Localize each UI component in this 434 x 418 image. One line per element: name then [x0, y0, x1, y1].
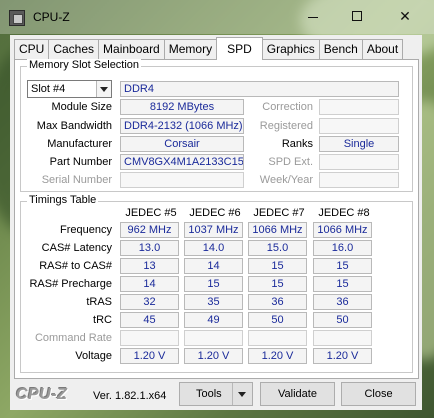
- timings-group-title: Timings Table: [27, 194, 99, 206]
- part-number-label: Part Number: [49, 156, 112, 168]
- timing-cell: 14.0: [184, 240, 243, 256]
- manufacturer-value: Corsair: [120, 136, 244, 152]
- timing-row-label: Voltage: [75, 350, 112, 362]
- timing-col-header: JEDEC #6: [189, 207, 241, 219]
- timing-cell: 50: [248, 312, 307, 328]
- max-bandwidth-label: Max Bandwidth: [36, 120, 112, 132]
- timing-cell: 14: [120, 276, 179, 292]
- timing-cell: 15: [248, 258, 307, 274]
- timing-cell: 1.20 V: [120, 348, 179, 364]
- timing-col-header: JEDEC #7: [253, 207, 305, 219]
- timing-row-label: Command Rate: [34, 332, 112, 344]
- cpuz-window: CPU-Z ✕ CPU Caches Mainboard Memory SPD …: [0, 0, 434, 418]
- timing-cell: 962 MHz: [120, 222, 179, 238]
- slot-select[interactable]: Slot #4: [27, 80, 112, 98]
- tab-strip: CPU Caches Mainboard Memory SPD Graphics…: [14, 37, 404, 60]
- week-year-value: [319, 172, 399, 188]
- correction-value: [319, 99, 399, 115]
- serial-number-label: Serial Number: [41, 174, 112, 186]
- serial-number-value: [120, 172, 244, 188]
- timing-row-label: RAS# to CAS#: [39, 260, 112, 272]
- tab-memory[interactable]: Memory: [163, 39, 218, 60]
- validate-button[interactable]: Validate: [260, 382, 335, 406]
- part-number-value: CMV8GX4M1A2133C15: [120, 154, 244, 170]
- maximize-button[interactable]: [336, 0, 378, 32]
- slot-select-dropdown[interactable]: [96, 81, 111, 97]
- minimize-icon: [308, 16, 318, 18]
- timing-cell: 13: [120, 258, 179, 274]
- timing-cell: 1066 MHz: [313, 222, 372, 238]
- maximize-icon: [352, 11, 362, 21]
- close-button[interactable]: Close: [341, 382, 416, 406]
- timing-cell: 15: [248, 276, 307, 292]
- timing-cell: 36: [313, 294, 372, 310]
- correction-label: Correction: [262, 101, 313, 113]
- tab-about[interactable]: About: [361, 39, 404, 60]
- timing-col-header: JEDEC #8: [318, 207, 370, 219]
- timing-row-label: RAS# Precharge: [29, 278, 112, 290]
- week-year-label: Week/Year: [259, 174, 313, 186]
- timing-row-label: CAS# Latency: [41, 242, 112, 254]
- timing-cell: 49: [184, 312, 243, 328]
- timing-cell: 50: [313, 312, 372, 328]
- timing-row-label: tRAS: [86, 296, 112, 308]
- slot-select-value: Slot #4: [31, 83, 66, 95]
- spd-ext-label: SPD Ext.: [268, 156, 313, 168]
- timing-cell: 14: [184, 258, 243, 274]
- memory-slot-group-title: Memory Slot Selection: [27, 59, 142, 71]
- tab-cpu[interactable]: CPU: [14, 39, 50, 60]
- tools-button-label: Tools: [196, 388, 222, 400]
- tools-split-divider: [232, 383, 233, 405]
- tab-spd[interactable]: SPD: [216, 37, 263, 60]
- chevron-down-icon: [100, 86, 108, 92]
- timing-cell: 1066 MHz: [248, 222, 307, 238]
- timing-cell: [184, 330, 243, 346]
- timing-cell: [248, 330, 307, 346]
- max-bandwidth-value: DDR4-2132 (1066 MHz): [120, 118, 244, 134]
- close-window-button[interactable]: ✕: [384, 0, 426, 32]
- timing-cell: 15.0: [248, 240, 307, 256]
- timing-cell: 15: [313, 258, 372, 274]
- timing-col-header: JEDEC #5: [125, 207, 177, 219]
- ranks-label: Ranks: [281, 138, 313, 150]
- minimize-button[interactable]: [292, 0, 334, 32]
- manufacturer-label: Manufacturer: [47, 138, 112, 150]
- timing-row-label: Frequency: [60, 224, 112, 236]
- timing-row-label: tRC: [93, 314, 112, 326]
- cpuz-brand-logo: CPU-Z: [16, 386, 68, 403]
- timing-cell: [120, 330, 179, 346]
- tab-graphics[interactable]: Graphics: [261, 39, 320, 60]
- cpuz-app-icon: [9, 10, 25, 26]
- module-size-label: Module Size: [51, 101, 112, 113]
- tab-caches[interactable]: Caches: [48, 39, 100, 60]
- timing-cell: 15: [184, 276, 243, 292]
- timing-cell: 1.20 V: [313, 348, 372, 364]
- spd-ext-value: [319, 154, 399, 170]
- timing-cell: [313, 330, 372, 346]
- registered-label: Registered: [259, 120, 313, 132]
- timing-cell: 1037 MHz: [184, 222, 243, 238]
- version-label: Ver. 1.82.1.x64: [93, 390, 167, 402]
- timing-cell: 1.20 V: [248, 348, 307, 364]
- registered-value: [319, 118, 399, 134]
- chevron-down-icon[interactable]: [238, 392, 246, 397]
- memory-type-field: DDR4: [120, 81, 399, 97]
- timing-cell: 45: [120, 312, 179, 328]
- title-bar[interactable]: CPU-Z ✕: [0, 0, 434, 34]
- tab-mainboard[interactable]: Mainboard: [98, 39, 165, 60]
- timing-cell: 16.0: [313, 240, 372, 256]
- timing-cell: 32: [120, 294, 179, 310]
- window-title: CPU-Z: [33, 10, 70, 24]
- timing-cell: 35: [184, 294, 243, 310]
- ranks-value: Single: [319, 136, 399, 152]
- close-icon: ✕: [399, 7, 411, 24]
- timing-cell: 1.20 V: [184, 348, 243, 364]
- timing-cell: 15: [313, 276, 372, 292]
- tools-button[interactable]: Tools: [179, 382, 253, 406]
- timing-cell: 36: [248, 294, 307, 310]
- timing-cell: 13.0: [120, 240, 179, 256]
- tab-bench[interactable]: Bench: [318, 39, 363, 60]
- module-size-value: 8192 MBytes: [120, 99, 244, 115]
